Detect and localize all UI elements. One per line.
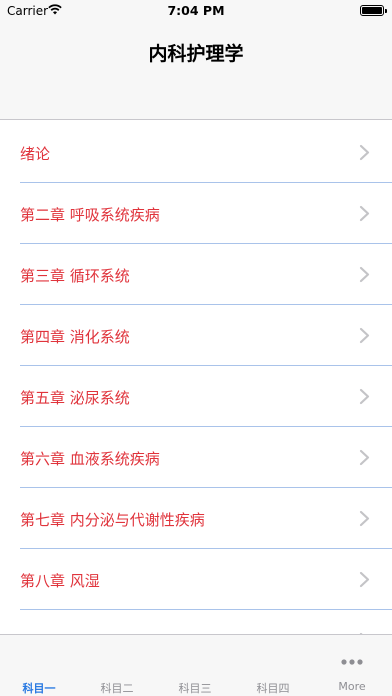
battery-icon	[360, 5, 387, 16]
tab-label: 科目三	[178, 682, 212, 695]
list-item-label: 第二章 呼吸系统疾病	[20, 206, 160, 224]
list-item[interactable]: 第七章 内分泌与代谢性疾病	[0, 488, 392, 549]
chevron-right-icon	[359, 571, 370, 588]
chevron-right-icon	[359, 388, 370, 405]
tab-subject-4[interactable]: 科目四	[234, 635, 312, 696]
list-item-label: 第五章 泌尿系统	[20, 389, 130, 407]
tab-label: 科目一	[22, 682, 56, 695]
status-bar: Carrier 7:04 PM	[0, 0, 392, 22]
more-dots-icon	[341, 659, 363, 665]
tab-label: 科目四	[256, 682, 290, 695]
list-item-label: 第八章 风湿	[20, 572, 100, 590]
chevron-right-icon	[359, 266, 370, 283]
list-item[interactable]: 第八章 风湿	[0, 549, 392, 610]
screen: Carrier 7:04 PM 内科护理学 绪论 第二章 呼吸系统疾病 第三章 …	[0, 0, 392, 696]
list-item[interactable]: 第二章 呼吸系统疾病	[0, 183, 392, 244]
chevron-right-icon	[359, 144, 370, 161]
list-item-label: 第三章 循环系统	[20, 267, 130, 285]
list-item[interactable]: 第四章 消化系统	[0, 305, 392, 366]
list-item[interactable]: 第三章 循环系统	[0, 244, 392, 305]
tab-label: 科目二	[100, 682, 134, 695]
chevron-right-icon	[359, 510, 370, 527]
list-item[interactable]: 第五章 泌尿系统	[0, 366, 392, 427]
chevron-right-icon	[359, 449, 370, 466]
list-item[interactable]: 绪论	[0, 122, 392, 183]
status-time: 7:04 PM	[167, 3, 225, 18]
tab-bar: 科目一 科目二 科目三 科目四 More	[0, 634, 392, 696]
list-item-label: 第七章 内分泌与代谢性疾病	[20, 511, 205, 529]
tab-more[interactable]: More	[313, 635, 391, 696]
chevron-right-icon	[359, 327, 370, 344]
list-item-label: 绪论	[20, 145, 51, 163]
list-item-label: 第六章 血液系统疾病	[20, 450, 160, 468]
page-title: 内科护理学	[148, 43, 244, 65]
list-item-label: 第四章 消化系统	[20, 328, 130, 346]
chapter-list: 绪论 第二章 呼吸系统疾病 第三章 循环系统 第四章 消化系统 第五章 泌尿系统…	[0, 122, 392, 634]
nav-header: 内科护理学	[0, 22, 392, 120]
list-item[interactable]: 第六章 血液系统疾病	[0, 427, 392, 488]
tab-subject-2[interactable]: 科目二	[78, 635, 156, 696]
tab-subject-3[interactable]: 科目三	[156, 635, 234, 696]
list-item-partial[interactable]	[0, 610, 392, 634]
tab-subject-1[interactable]: 科目一	[0, 635, 78, 696]
tab-label: More	[338, 680, 366, 693]
chevron-right-icon	[359, 205, 370, 222]
